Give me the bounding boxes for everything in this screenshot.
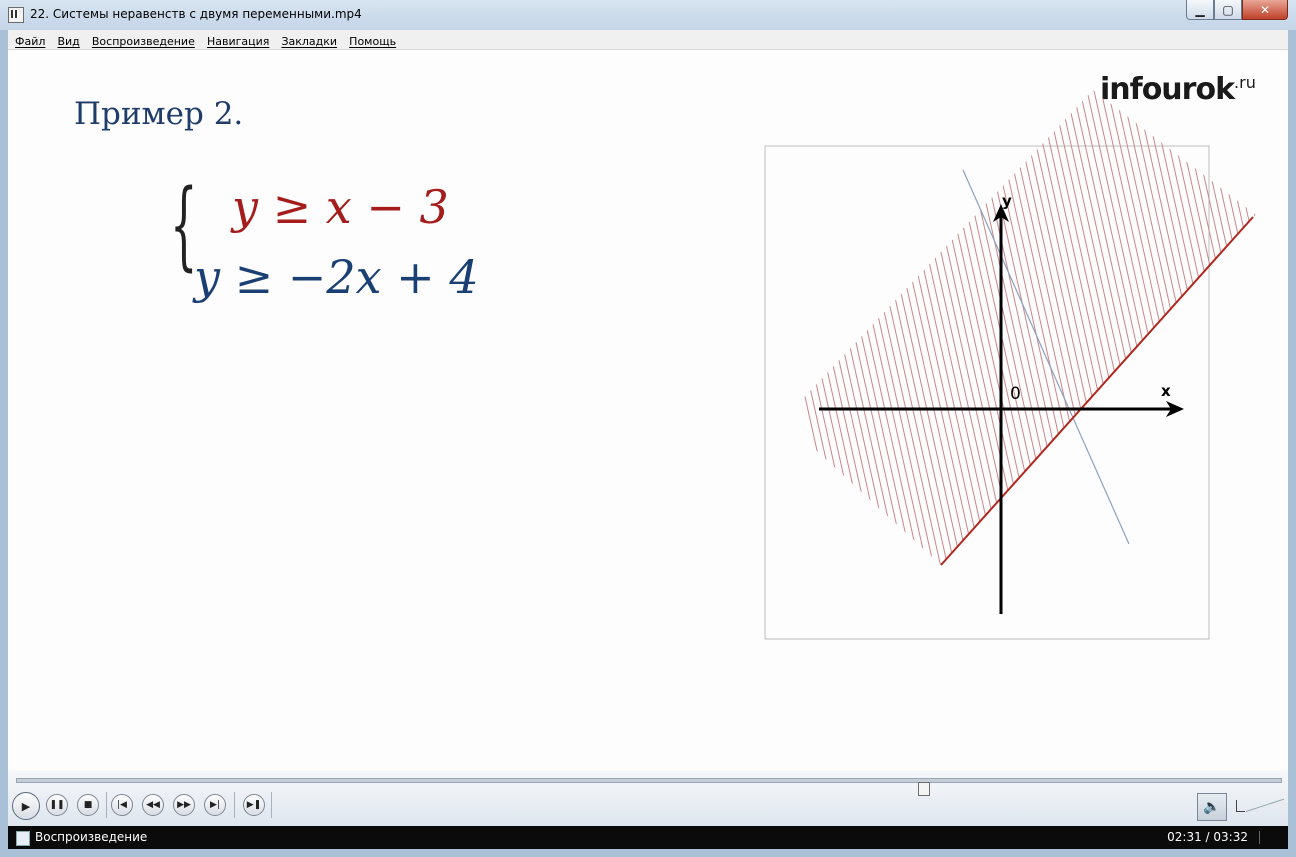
status-bar: Воспроизведение 02:31 / 03:32 bbox=[8, 826, 1288, 849]
play-button[interactable]: ▶ bbox=[12, 792, 40, 820]
menu-playback[interactable]: Воспроизведение bbox=[92, 32, 195, 51]
menu-help[interactable]: Помощь bbox=[349, 32, 396, 51]
window-buttons: ▁ ▢ ✕ bbox=[1186, 0, 1288, 20]
document-icon bbox=[16, 831, 30, 846]
hatch-line bbox=[1281, 50, 1288, 770]
hatch-line bbox=[1274, 50, 1288, 770]
hatch-line bbox=[1245, 90, 1256, 565]
playback-controls: ▶ ❚❚ ■ |◀ ◀◀ ▶▶ ▶| ▶❚ 🔈 bbox=[8, 770, 1288, 826]
line-1 bbox=[940, 216, 1254, 566]
playback-status: Воспроизведение bbox=[35, 830, 148, 844]
fast-forward-button[interactable]: ▶▶ bbox=[173, 794, 195, 816]
hatch-line bbox=[1224, 90, 1256, 565]
hatch-line bbox=[1260, 50, 1288, 770]
window-title: 22. Системы неравенств с двумя переменны… bbox=[30, 7, 362, 21]
hatch-line bbox=[1238, 90, 1256, 565]
hatch-line bbox=[1175, 90, 1256, 565]
origin-label: 0 bbox=[1010, 384, 1021, 404]
seek-bar[interactable] bbox=[16, 778, 1282, 796]
menu-navigation[interactable]: Навигация bbox=[207, 32, 269, 51]
separator bbox=[234, 792, 235, 818]
menu-bar: Файл Вид Воспроизведение Навигация Закла… bbox=[8, 30, 1288, 50]
video-frame[interactable]: Пример 2. { y ≥ x − 3 y ≥ −2x + 4 infour… bbox=[8, 50, 1288, 770]
hatch-line bbox=[1210, 90, 1256, 565]
separator bbox=[106, 792, 107, 818]
resize-grip[interactable] bbox=[1259, 831, 1280, 844]
mute-button[interactable]: 🔈 bbox=[1197, 793, 1227, 821]
hatch-line bbox=[1231, 90, 1256, 565]
hatch-line bbox=[1267, 50, 1288, 770]
seek-thumb[interactable] bbox=[918, 782, 931, 796]
pause-button[interactable]: ❚❚ bbox=[46, 794, 68, 816]
time-display: 02:31 / 03:32 bbox=[1167, 830, 1248, 844]
close-button[interactable]: ✕ bbox=[1242, 0, 1288, 20]
stop-button[interactable]: ■ bbox=[77, 794, 99, 816]
title-bar: 22. Системы неравенств с двумя переменны… bbox=[0, 0, 1296, 30]
app-icon bbox=[8, 7, 24, 23]
hatch-line bbox=[1203, 90, 1256, 565]
hatch-line bbox=[1252, 90, 1256, 565]
rewind-button[interactable]: ◀◀ bbox=[142, 794, 164, 816]
inequality-graph: x y 0 bbox=[764, 50, 1288, 770]
volume-slider[interactable] bbox=[1245, 798, 1285, 812]
frame-step-button[interactable]: ▶❚ bbox=[243, 794, 265, 816]
hatch-line bbox=[1182, 90, 1256, 565]
x-axis-label: x bbox=[1161, 382, 1171, 400]
hatch-line bbox=[1217, 90, 1256, 565]
maximize-button[interactable]: ▢ bbox=[1214, 0, 1242, 20]
previous-button[interactable]: |◀ bbox=[111, 794, 133, 816]
menu-view[interactable]: Вид bbox=[57, 32, 79, 51]
separator bbox=[271, 792, 272, 818]
hatch-line bbox=[1168, 90, 1256, 565]
hatch-line bbox=[1189, 90, 1256, 565]
menu-bookmarks[interactable]: Закладки bbox=[281, 32, 337, 51]
volume-slider-base bbox=[1237, 811, 1245, 812]
hatch-line bbox=[1196, 90, 1256, 565]
menu-file[interactable]: Файл bbox=[15, 32, 45, 51]
y-axis-label: y bbox=[1002, 192, 1012, 210]
minimize-button[interactable]: ▁ bbox=[1186, 0, 1214, 20]
next-button[interactable]: ▶| bbox=[204, 794, 226, 816]
